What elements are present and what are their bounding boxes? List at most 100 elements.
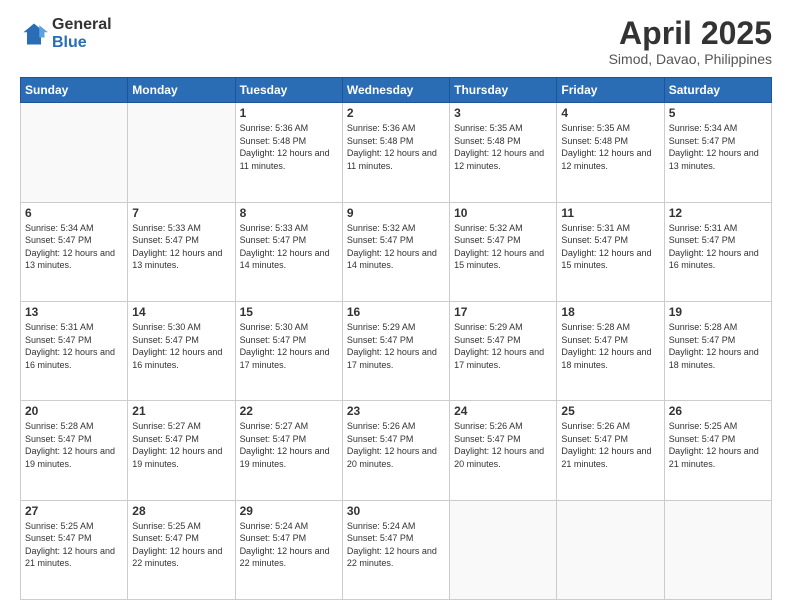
day-info: Sunrise: 5:25 AM Sunset: 5:47 PM Dayligh… [25,520,123,570]
day-number: 17 [454,305,552,319]
calendar-week-row: 13 Sunrise: 5:31 AM Sunset: 5:47 PM Dayli… [21,301,772,400]
day-number: 10 [454,206,552,220]
day-info: Sunrise: 5:29 AM Sunset: 5:47 PM Dayligh… [454,321,552,371]
table-row: 15 Sunrise: 5:30 AM Sunset: 5:47 PM Dayli… [235,301,342,400]
day-number: 27 [25,504,123,518]
day-info: Sunrise: 5:31 AM Sunset: 5:47 PM Dayligh… [25,321,123,371]
logo-icon [20,20,48,48]
col-wednesday: Wednesday [342,78,449,103]
day-info: Sunrise: 5:28 AM Sunset: 5:47 PM Dayligh… [25,420,123,470]
table-row [21,103,128,202]
col-thursday: Thursday [450,78,557,103]
day-number: 1 [240,106,338,120]
day-number: 14 [132,305,230,319]
table-row: 21Sunrise: 5:27 AM Sunset: 5:47 PM Dayli… [128,401,235,500]
col-tuesday: Tuesday [235,78,342,103]
table-row: 16 Sunrise: 5:29 AM Sunset: 5:47 PM Dayli… [342,301,449,400]
day-info: Sunrise: 5:33 AM Sunset: 5:47 PM Dayligh… [132,222,230,272]
day-info: Sunrise: 5:32 AM Sunset: 5:47 PM Dayligh… [347,222,445,272]
table-row: 7 Sunrise: 5:33 AM Sunset: 5:47 PM Daylig… [128,202,235,301]
table-row: 24 Sunrise: 5:26 AM Sunset: 5:47 PM Dayli… [450,401,557,500]
table-row: 1 Sunrise: 5:36 AM Sunset: 5:48 PM Daylig… [235,103,342,202]
day-number: 30 [347,504,445,518]
day-info: Sunrise: 5:33 AM Sunset: 5:47 PM Dayligh… [240,222,338,272]
day-number: 8 [240,206,338,220]
day-info: Sunrise: 5:24 AM Sunset: 5:47 PM Dayligh… [347,520,445,570]
day-number: 6 [25,206,123,220]
table-row: 17 Sunrise: 5:29 AM Sunset: 5:47 PM Dayli… [450,301,557,400]
day-info: Sunrise: 5:27 AM Sunset: 5:47 PM Dayligh… [240,420,338,470]
logo-general: General [52,16,112,34]
day-info: Sunrise: 5:31 AM Sunset: 5:47 PM Dayligh… [669,222,767,272]
table-row: 6Sunrise: 5:34 AM Sunset: 5:47 PM Daylig… [21,202,128,301]
day-info: Sunrise: 5:30 AM Sunset: 5:47 PM Dayligh… [240,321,338,371]
day-info: Sunrise: 5:30 AM Sunset: 5:47 PM Dayligh… [132,321,230,371]
calendar-week-row: 20 Sunrise: 5:28 AM Sunset: 5:47 PM Dayli… [21,401,772,500]
day-info: Sunrise: 5:29 AM Sunset: 5:47 PM Dayligh… [347,321,445,371]
location: Simod, Davao, Philippines [609,51,772,67]
day-number: 25 [561,404,659,418]
day-info: Sunrise: 5:36 AM Sunset: 5:48 PM Dayligh… [347,122,445,172]
table-row [557,500,664,599]
day-info: Sunrise: 5:35 AM Sunset: 5:48 PM Dayligh… [454,122,552,172]
day-number: 29 [240,504,338,518]
table-row: 4Sunrise: 5:35 AM Sunset: 5:48 PM Daylig… [557,103,664,202]
table-row: 5 Sunrise: 5:34 AM Sunset: 5:47 PM Daylig… [664,103,771,202]
table-row: 2 Sunrise: 5:36 AM Sunset: 5:48 PM Daylig… [342,103,449,202]
table-row [128,103,235,202]
table-row: 28 Sunrise: 5:25 AM Sunset: 5:47 PM Dayli… [128,500,235,599]
table-row: 11Sunrise: 5:31 AM Sunset: 5:47 PM Dayli… [557,202,664,301]
day-number: 18 [561,305,659,319]
day-info: Sunrise: 5:26 AM Sunset: 5:47 PM Dayligh… [454,420,552,470]
title-block: April 2025 Simod, Davao, Philippines [609,16,772,67]
day-number: 22 [240,404,338,418]
table-row: 25Sunrise: 5:26 AM Sunset: 5:47 PM Dayli… [557,401,664,500]
month-title: April 2025 [609,16,772,51]
logo: General Blue [20,16,112,51]
day-number: 16 [347,305,445,319]
day-number: 24 [454,404,552,418]
col-monday: Monday [128,78,235,103]
day-number: 21 [132,404,230,418]
day-number: 4 [561,106,659,120]
day-number: 5 [669,106,767,120]
table-row: 3Sunrise: 5:35 AM Sunset: 5:48 PM Daylig… [450,103,557,202]
day-number: 23 [347,404,445,418]
day-number: 2 [347,106,445,120]
table-row: 12 Sunrise: 5:31 AM Sunset: 5:47 PM Dayli… [664,202,771,301]
table-row [450,500,557,599]
col-sunday: Sunday [21,78,128,103]
day-info: Sunrise: 5:36 AM Sunset: 5:48 PM Dayligh… [240,122,338,172]
day-number: 7 [132,206,230,220]
table-row: 9Sunrise: 5:32 AM Sunset: 5:47 PM Daylig… [342,202,449,301]
table-row: 22 Sunrise: 5:27 AM Sunset: 5:47 PM Dayli… [235,401,342,500]
table-row: 8 Sunrise: 5:33 AM Sunset: 5:47 PM Daylig… [235,202,342,301]
table-row: 10 Sunrise: 5:32 AM Sunset: 5:47 PM Dayli… [450,202,557,301]
table-row: 30 Sunrise: 5:24 AM Sunset: 5:47 PM Dayli… [342,500,449,599]
day-info: Sunrise: 5:28 AM Sunset: 5:47 PM Dayligh… [669,321,767,371]
day-number: 15 [240,305,338,319]
day-number: 12 [669,206,767,220]
day-info: Sunrise: 5:34 AM Sunset: 5:47 PM Dayligh… [669,122,767,172]
logo-blue: Blue [52,34,112,52]
day-number: 26 [669,404,767,418]
day-info: Sunrise: 5:25 AM Sunset: 5:47 PM Dayligh… [669,420,767,470]
table-row: 14 Sunrise: 5:30 AM Sunset: 5:47 PM Dayli… [128,301,235,400]
day-info: Sunrise: 5:25 AM Sunset: 5:47 PM Dayligh… [132,520,230,570]
day-number: 13 [25,305,123,319]
logo-text: General Blue [52,16,112,51]
day-info: Sunrise: 5:32 AM Sunset: 5:47 PM Dayligh… [454,222,552,272]
page: General Blue April 2025 Simod, Davao, Ph… [0,0,792,612]
calendar-table: Sunday Monday Tuesday Wednesday Thursday… [20,77,772,600]
day-number: 19 [669,305,767,319]
day-info: Sunrise: 5:31 AM Sunset: 5:47 PM Dayligh… [561,222,659,272]
col-friday: Friday [557,78,664,103]
day-number: 28 [132,504,230,518]
day-number: 20 [25,404,123,418]
header: General Blue April 2025 Simod, Davao, Ph… [20,16,772,67]
calendar-header-row: Sunday Monday Tuesday Wednesday Thursday… [21,78,772,103]
day-info: Sunrise: 5:26 AM Sunset: 5:47 PM Dayligh… [347,420,445,470]
table-row: 27 Sunrise: 5:25 AM Sunset: 5:47 PM Dayli… [21,500,128,599]
calendar-week-row: 1 Sunrise: 5:36 AM Sunset: 5:48 PM Daylig… [21,103,772,202]
table-row: 23 Sunrise: 5:26 AM Sunset: 5:47 PM Dayli… [342,401,449,500]
